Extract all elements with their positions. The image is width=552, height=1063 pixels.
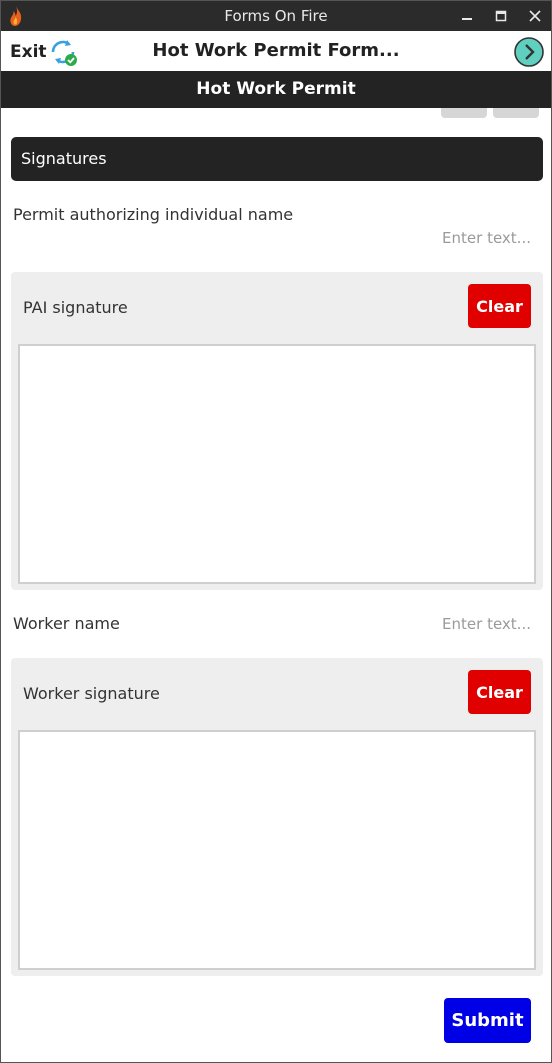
pai-signature-label: PAI signature xyxy=(23,298,128,317)
worker-name-label: Worker name xyxy=(13,614,120,633)
nav-button[interactable] xyxy=(493,108,539,118)
pai-signature-block: PAI signature Clear xyxy=(11,272,543,590)
maximize-button[interactable] xyxy=(484,1,518,31)
worker-name-input[interactable] xyxy=(331,612,531,636)
title-bar[interactable]: Forms On Fire xyxy=(1,1,551,31)
page-header: Hot Work Permit xyxy=(1,71,551,108)
worker-clear-button[interactable]: Clear xyxy=(468,670,531,714)
app-window: Forms On Fire Exit Hot Work Permit Form.… xyxy=(0,0,552,1063)
section-title: Signatures xyxy=(21,149,107,168)
sync-icon[interactable] xyxy=(47,37,79,67)
worker-signature-pad[interactable] xyxy=(18,730,536,970)
pai-signature-pad[interactable] xyxy=(18,344,536,584)
worker-signature-label: Worker signature xyxy=(23,684,160,703)
nav-button[interactable] xyxy=(441,108,487,118)
next-arrow-icon[interactable] xyxy=(513,36,545,68)
pai-name-input[interactable] xyxy=(331,226,531,250)
form-toolbar: Exit Hot Work Permit Form... xyxy=(1,31,551,71)
minimize-icon xyxy=(462,18,472,20)
maximize-icon xyxy=(495,10,507,22)
close-button[interactable] xyxy=(518,1,552,31)
worker-signature-block: Worker signature Clear xyxy=(11,658,543,976)
section-header: Signatures xyxy=(11,137,543,181)
pai-name-label: Permit authorizing individual name xyxy=(13,205,294,224)
close-icon xyxy=(529,10,541,22)
submit-button[interactable]: Submit xyxy=(444,998,531,1043)
form-title: Hot Work Permit Form... xyxy=(152,40,400,61)
minimize-button[interactable] xyxy=(450,1,484,31)
exit-button[interactable]: Exit xyxy=(10,42,47,62)
pai-clear-button[interactable]: Clear xyxy=(468,284,531,328)
